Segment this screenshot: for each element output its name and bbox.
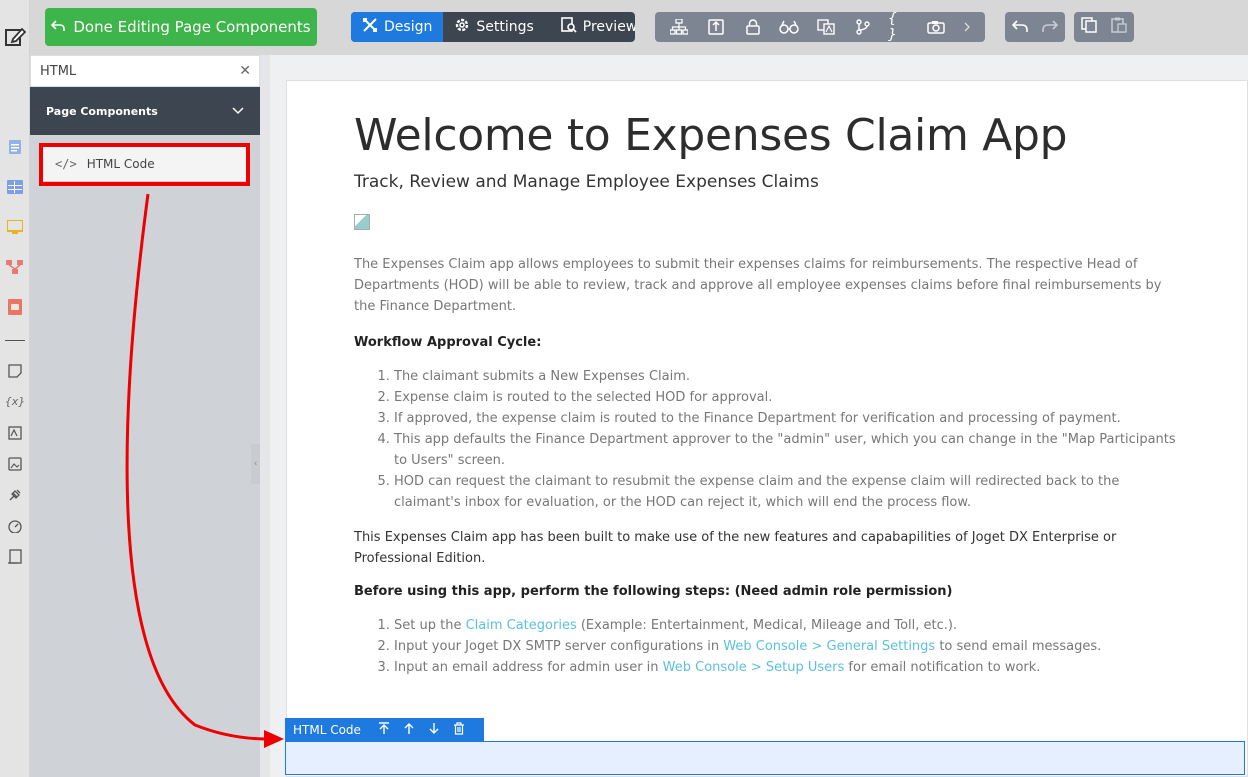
back-arrow-icon (51, 18, 66, 36)
trash-icon[interactable] (453, 721, 465, 738)
list-item: HOD can request the claimant to resubmit… (394, 471, 1184, 513)
rail-divider (5, 340, 25, 341)
preview-icon (560, 17, 577, 37)
redo-icon[interactable] (1041, 18, 1059, 37)
camera-icon[interactable] (925, 16, 947, 38)
chevron-down-icon (232, 105, 244, 118)
html-code-component-dropzone[interactable] (285, 741, 1245, 775)
note-icon[interactable] (6, 362, 24, 380)
performance-icon[interactable] (6, 517, 24, 535)
gear-icon (454, 17, 470, 37)
general-settings-link[interactable]: Web Console > General Settings (723, 639, 935, 654)
workflow-steps-list: The claimant submits a New Expenses Clai… (354, 366, 1184, 513)
tab-design[interactable]: Design (351, 12, 444, 42)
paste-icon[interactable] (1111, 17, 1127, 37)
list-item: If approved, the expense claim is routed… (394, 408, 1184, 429)
page-preview: Welcome to Expenses Claim App Track, Rev… (286, 80, 1248, 777)
list-item: Input an email address for admin user in… (394, 657, 1184, 678)
broken-image-icon (354, 213, 370, 230)
plugin-icon[interactable] (6, 486, 24, 504)
branch-icon[interactable] (852, 16, 874, 38)
form-icon[interactable] (6, 138, 24, 156)
image-icon[interactable] (6, 455, 24, 473)
list-icon[interactable] (6, 178, 24, 196)
workflow-heading: Workflow Approval Cycle: (354, 334, 542, 350)
tool-buttons: { } (655, 11, 985, 43)
clear-search-icon[interactable]: ✕ (239, 63, 251, 79)
list-item: Input your Joget DX SMTP server configur… (394, 636, 1184, 657)
list-item: The claimant submits a New Expenses Clai… (394, 366, 1184, 387)
copy-paste-group (1074, 12, 1134, 42)
pdf-icon[interactable] (6, 298, 24, 316)
move-down-icon[interactable] (428, 722, 440, 738)
page-components-section[interactable]: Page Components (30, 87, 260, 135)
userview-icon[interactable] (6, 218, 24, 236)
lock-icon[interactable] (742, 16, 764, 38)
before-using-heading: Before using this app, perform the follo… (354, 583, 953, 599)
move-to-top-icon[interactable] (378, 721, 390, 738)
html-code-component-toolbar: HTML Code (285, 718, 484, 741)
logs-icon[interactable] (6, 548, 24, 566)
translate-icon[interactable] (6, 424, 24, 442)
design-canvas: Welcome to Expenses Claim App Track, Rev… (270, 55, 1248, 777)
process-icon[interactable] (6, 258, 24, 276)
left-rail: {x} (0, 0, 30, 777)
intro-paragraph: The Expenses Claim app allows employees … (354, 256, 1162, 314)
component-search-input[interactable]: HTML ✕ (30, 55, 260, 87)
page-title: Welcome to Expenses Claim App (354, 110, 1068, 161)
claim-categories-link[interactable]: Claim Categories (466, 618, 577, 633)
setup-users-link[interactable]: Web Console > Setup Users (663, 660, 845, 675)
edit-icon[interactable] (4, 26, 26, 48)
built-with-paragraph: This Expenses Claim app has been built t… (354, 529, 1117, 566)
json-code-icon[interactable]: { } (888, 11, 910, 43)
copy-icon[interactable] (1081, 17, 1097, 37)
binoculars-icon[interactable] (778, 16, 800, 38)
panel-splitter: ‹ (251, 55, 270, 777)
component-tag-label: HTML Code (293, 722, 361, 737)
chevron-right-icon[interactable] (962, 16, 972, 38)
done-editing-button[interactable]: Done Editing Page Components (45, 8, 317, 46)
undo-redo-group (1005, 12, 1065, 42)
variables-icon[interactable]: {x} (5, 392, 26, 410)
list-item: Set up the Claim Categories (Example: En… (394, 615, 1184, 636)
page-subtitle: Track, Review and Manage Employee Expens… (354, 171, 819, 192)
highlight-box (39, 143, 250, 186)
list-item: Expense claim is routed to the selected … (394, 387, 1184, 408)
list-item: This app defaults the Finance Department… (394, 429, 1184, 471)
tree-structure-icon[interactable] (668, 16, 690, 38)
tab-settings[interactable]: Settings (443, 12, 544, 42)
move-up-icon[interactable] (403, 722, 415, 738)
undo-icon[interactable] (1011, 18, 1029, 37)
translate-icon[interactable] (815, 16, 837, 38)
mode-switcher: Design Settings Preview (351, 12, 635, 42)
properties-icon[interactable] (705, 16, 727, 38)
tab-preview[interactable]: Preview (545, 12, 635, 42)
setup-steps-list: Set up the Claim Categories (Example: En… (354, 615, 1184, 678)
collapse-panel-handle[interactable]: ‹ (251, 444, 260, 484)
page-content: Welcome to Expenses Claim App Track, Rev… (354, 110, 1184, 678)
design-tools-icon (362, 17, 378, 37)
